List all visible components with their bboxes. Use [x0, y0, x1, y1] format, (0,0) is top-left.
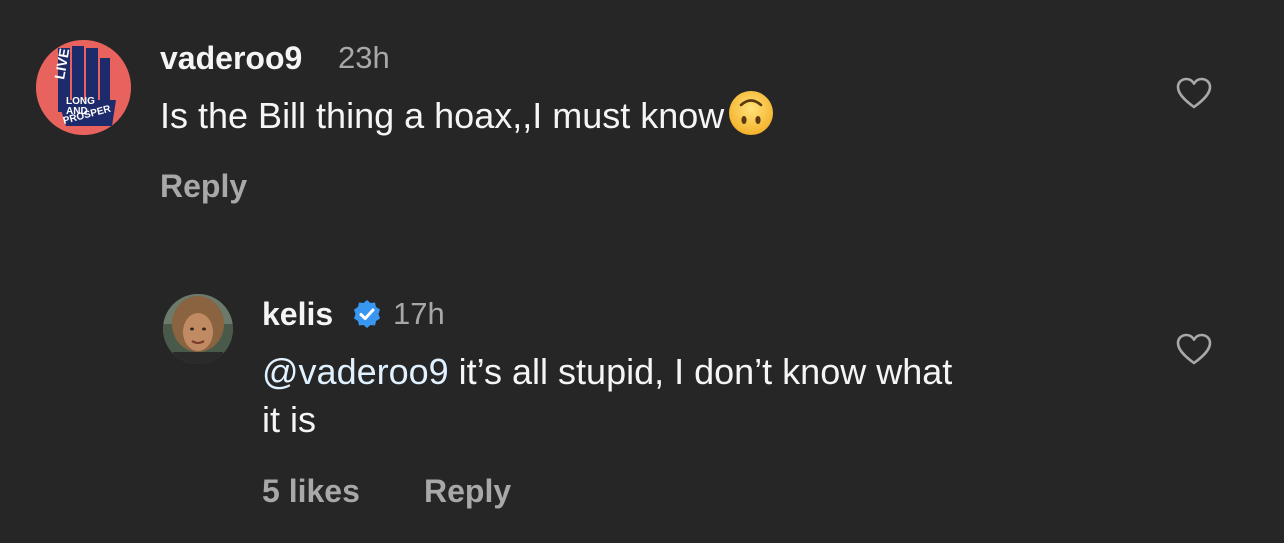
upside-down-face-emoji-icon — [729, 91, 774, 135]
verified-badge-icon — [354, 300, 380, 328]
heart-icon[interactable] — [1175, 332, 1213, 366]
comment-text-line1: it’s all stupid, I don’t know what — [448, 351, 953, 392]
comment-text-body: Is the Bill thing a hoax,,I must know — [160, 95, 725, 136]
comment-text-line2: it is — [262, 399, 316, 440]
avatar-logo: LIVE LONG AND PROSPER — [36, 40, 131, 135]
mention-link[interactable]: @vaderoo9 — [262, 351, 449, 392]
heart-icon[interactable] — [1175, 76, 1213, 110]
avatar[interactable] — [163, 294, 233, 364]
avatar-photo — [163, 294, 233, 364]
comment-username[interactable]: vaderoo9 — [160, 40, 302, 76]
avatar[interactable]: LIVE LONG AND PROSPER — [36, 40, 131, 135]
comment-username[interactable]: kelis — [262, 296, 333, 332]
comments-thread: LIVE LONG AND PROSPER vaderoo9 23h Is th… — [0, 0, 1284, 543]
comment-timestamp: 23h — [338, 40, 390, 75]
comment-timestamp: 17h — [393, 296, 445, 331]
likes-count[interactable]: 5 likes — [262, 473, 360, 509]
comment-kelis: kelis 17h @vaderoo9 it’s all stupid, I d… — [0, 280, 1284, 543]
reply-button[interactable]: Reply — [160, 168, 247, 204]
comment-vaderoo9: LIVE LONG AND PROSPER vaderoo9 23h Is th… — [0, 0, 1284, 230]
comment-text: @vaderoo9 it’s all stupid, I don’t know … — [262, 348, 1142, 444]
reply-button[interactable]: Reply — [424, 473, 511, 509]
comment-text: Is the Bill thing a hoax,,I must know — [160, 90, 1120, 140]
